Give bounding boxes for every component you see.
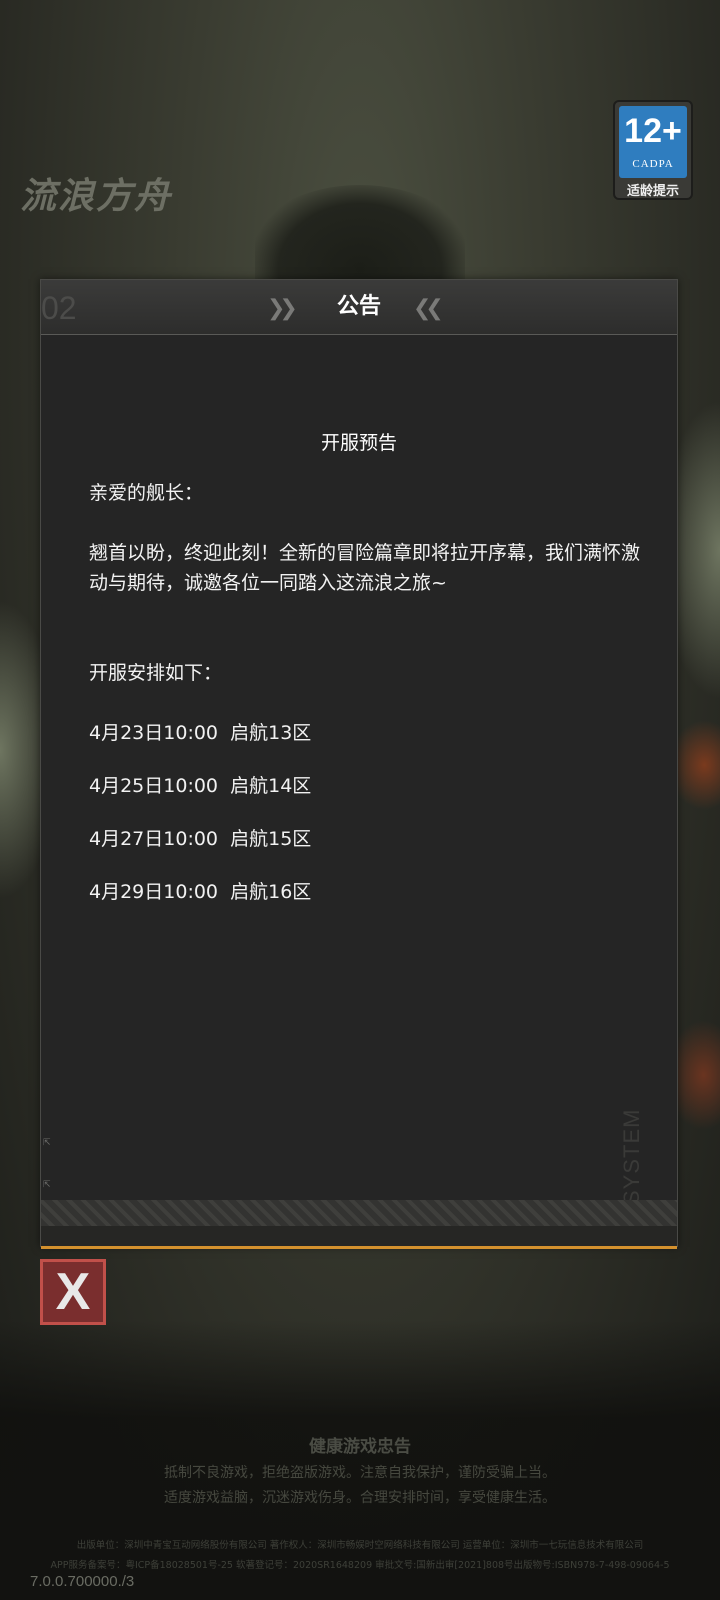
- schedule-item: 4月27日10:00 启航15区: [89, 824, 649, 851]
- corner-mark-icon: ⇱: [43, 1138, 51, 1148]
- system-watermark: SYSTEM: [619, 1108, 644, 1205]
- dialog-header: 02 ❯❯ 公告 ❮❮: [41, 280, 677, 335]
- announcement-dialog: 02 ❯❯ 公告 ❮❮ 开服预告 亲爱的舰长： 翘首以盼，终迎此刻！全新的冒险篇…: [40, 279, 678, 1249]
- schedule-time: 4月29日10:00: [89, 881, 219, 903]
- close-icon: X: [55, 1263, 91, 1321]
- schedule-server: 启航14区: [230, 775, 312, 797]
- age-rating-number: 12+: [624, 112, 682, 150]
- schedule-server: 启航13区: [230, 722, 312, 744]
- version-text: 7.0.0.700000./3: [30, 1573, 135, 1590]
- age-rating-tip: 适龄提示: [626, 184, 679, 199]
- schedule-item: 4月23日10:00 启航13区: [89, 718, 649, 745]
- age-rating-icon: 12+ CADPA: [619, 106, 687, 178]
- health-advice-line: 抵制不良游戏，拒绝盗版游戏。注意自我保护，谨防受骗上当。: [164, 1465, 556, 1481]
- greeting-text: 亲爱的舰长：: [89, 482, 204, 504]
- age-rating-badge[interactable]: 12+ CADPA 适龄提示: [613, 100, 693, 200]
- game-logo: 流浪方舟: [20, 176, 173, 217]
- schedule-server: 启航15区: [230, 828, 312, 850]
- notice-heading: 开服预告: [320, 432, 397, 454]
- announcement-text: 翘首以盼，终迎此刻！全新的冒险篇章即将拉开序幕，我们满怀激动与期待，诚邀各位一同…: [89, 542, 641, 594]
- header-number: 02: [41, 290, 77, 326]
- schedule-intro: 开服安排如下：: [89, 662, 223, 684]
- corner-mark-icon: ⇱: [43, 1180, 51, 1190]
- close-button[interactable]: X: [40, 1259, 106, 1325]
- schedule-time: 4月27日10:00: [89, 828, 219, 850]
- dialog-title: 公告: [336, 294, 381, 319]
- dialog-footer-stripes: [41, 1200, 677, 1226]
- health-advice-title: 健康游戏忠告: [309, 1437, 411, 1457]
- schedule-time: 4月23日10:00: [89, 722, 219, 744]
- health-advice-line: 适度游戏益脑，沉迷游戏伤身。合理安排时间，享受健康生活。: [164, 1490, 556, 1506]
- age-rating-org: CADPA: [632, 158, 674, 170]
- legal-info-line: APP服务备案号：粤ICP备18028501号-25 软著登记号：2020SR1…: [50, 1560, 670, 1571]
- schedule-time: 4月25日10:00: [89, 775, 219, 797]
- dialog-accent-bar: [41, 1226, 677, 1249]
- chevron-right-icon: ❯❯: [267, 296, 298, 321]
- schedule-item: 4月29日10:00 启航16区: [89, 877, 649, 904]
- legal-info-line: 出版单位：深圳中青宝互动网络股份有限公司 著作权人：深圳市畅娱时空网络科技有限公…: [76, 1540, 644, 1551]
- schedule-server: 启航16区: [230, 881, 312, 903]
- chevron-left-icon: ❮❮: [413, 296, 444, 321]
- schedule-item: 4月25日10:00 启航14区: [89, 771, 649, 798]
